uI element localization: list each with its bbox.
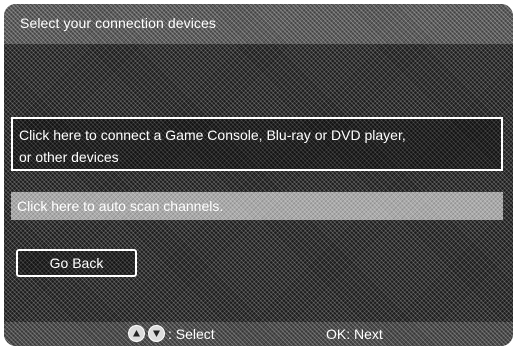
up-arrow-icon bbox=[128, 325, 145, 342]
select-hint: : Select bbox=[168, 326, 215, 342]
connect-devices-label-line1: Click here to connect a Game Console, Bl… bbox=[19, 127, 406, 143]
title-bar: Select your connection devices bbox=[4, 4, 513, 44]
connect-devices-label-line2: or other devices bbox=[19, 149, 119, 165]
go-back-button[interactable]: Go Back bbox=[16, 249, 137, 277]
auto-scan-option[interactable]: Click here to auto scan channels. bbox=[11, 192, 503, 220]
ok-next-hint: OK: Next bbox=[326, 326, 383, 342]
connect-devices-option[interactable]: Click here to connect a Game Console, Bl… bbox=[11, 117, 503, 171]
down-arrow-icon bbox=[148, 325, 165, 342]
auto-scan-label: Click here to auto scan channels. bbox=[17, 198, 224, 214]
page-title: Select your connection devices bbox=[20, 15, 216, 31]
tv-setup-screen: Select your connection devices Click her… bbox=[4, 4, 513, 346]
footer-hint-bar: : Select OK: Next bbox=[4, 322, 513, 346]
